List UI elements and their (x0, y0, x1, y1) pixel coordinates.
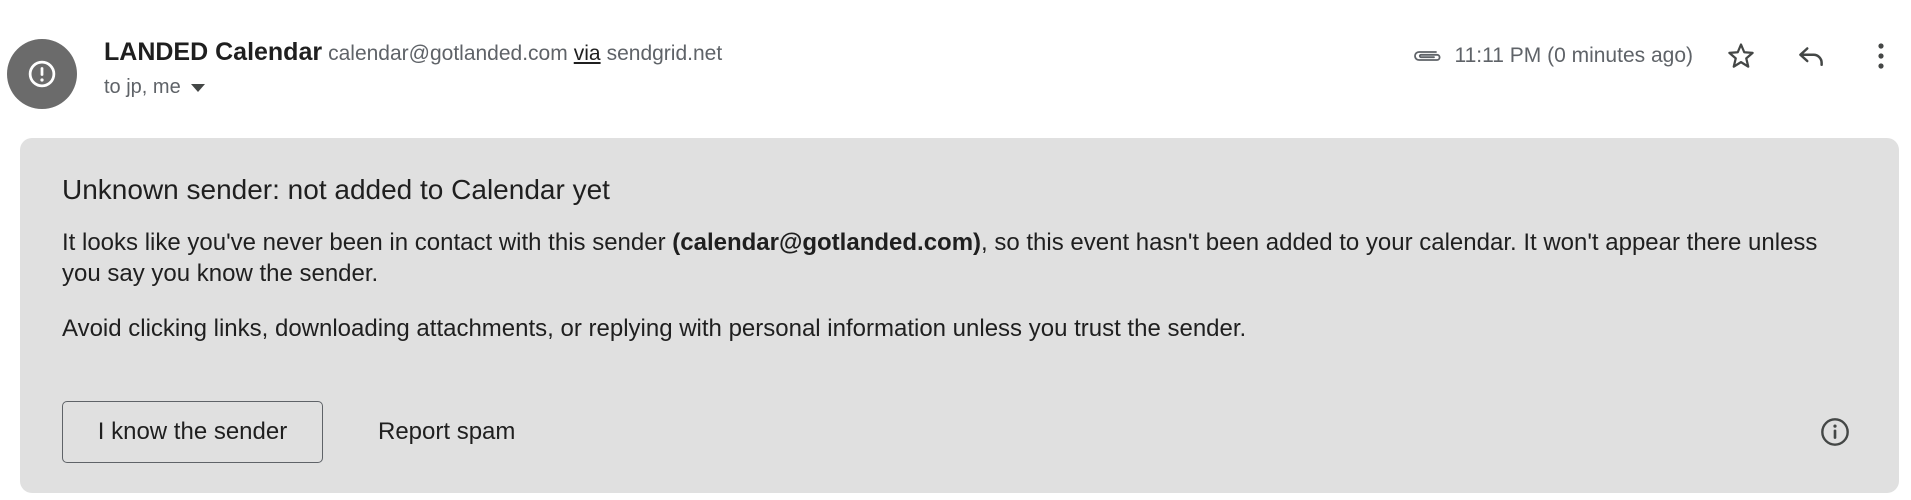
warning-title: Unknown sender: not added to Calendar ye… (62, 174, 610, 205)
paperclip-icon (1412, 48, 1442, 64)
recipients-toggle[interactable]: to jp, me (104, 76, 722, 99)
reply-icon (1799, 47, 1823, 66)
via-link[interactable]: via (574, 42, 601, 66)
report-spam-button[interactable]: Report spam (378, 401, 515, 463)
warning-body-prefix: It looks like you've never been in conta… (62, 229, 673, 256)
message-actions: 11:11 PM (0 minutes ago) (1412, 38, 1899, 74)
sender-name[interactable]: LANDED Calendar (104, 38, 322, 67)
info-icon (1821, 418, 1849, 446)
via-domain: sendgrid.net (606, 42, 723, 65)
warning-body-email: (calendar@gotlanded.com) (672, 229, 982, 256)
sender-email: calendar@gotlanded.com (328, 42, 568, 65)
star-outline-icon (1728, 43, 1754, 68)
warning-body: It looks like you've never been in conta… (62, 227, 1857, 289)
know-sender-button[interactable]: I know the sender (62, 401, 323, 463)
reply-button[interactable] (1793, 38, 1829, 74)
star-button[interactable] (1723, 38, 1759, 74)
more-options-button[interactable] (1863, 38, 1899, 74)
timestamp: 11:11 PM (0 minutes ago) (1454, 44, 1693, 67)
warning-advice: Avoid clicking links, downloading attach… (62, 315, 1247, 342)
sender-line: LANDED Calendar calendar@gotlanded.com v… (104, 38, 722, 67)
more-vert-icon (1878, 43, 1884, 69)
unknown-sender-warning: Unknown sender: not added to Calendar ye… (20, 138, 1899, 493)
recipients-label: to jp, me (104, 76, 181, 98)
sender-avatar[interactable] (7, 39, 77, 109)
exclamation-circle-icon (28, 60, 56, 88)
sender-info: LANDED Calendar calendar@gotlanded.com v… (104, 38, 722, 99)
info-button[interactable] (1817, 414, 1853, 450)
caret-down-icon (190, 83, 205, 92)
